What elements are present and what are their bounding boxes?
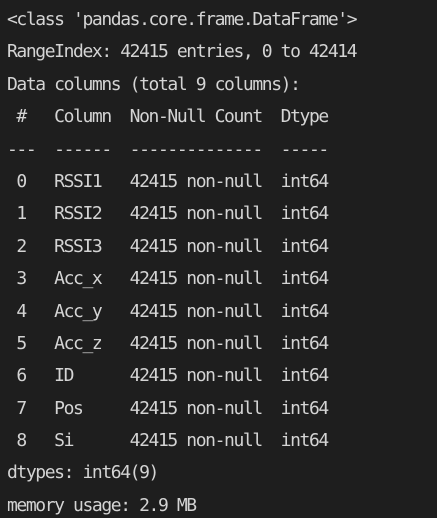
table-row: 4 Acc_y 42415 non-null int64 (7, 300, 329, 322)
table-row: 2 RSSI3 42415 non-null int64 (7, 235, 329, 257)
table-separator: --- ------ -------------- ----- (7, 138, 329, 160)
cell-output: <class 'pandas.core.frame.DataFrame'> Ra… (0, 0, 437, 518)
dtypes-line: dtypes: int64(9) (7, 462, 159, 484)
table-row: 6 ID 42415 non-null int64 (7, 365, 329, 387)
memory-usage-line: memory usage: 2.9 MB (7, 494, 197, 516)
table-row: 3 Acc_x 42415 non-null int64 (7, 268, 329, 290)
table-row: 5 Acc_z 42415 non-null int64 (7, 332, 329, 354)
class-line: <class 'pandas.core.frame.DataFrame'> (7, 9, 358, 30)
table-row: 7 Pos 42415 non-null int64 (7, 397, 329, 419)
table-header: # Column Non-Null Count Dtype (7, 106, 329, 128)
table-row: 8 Si 42415 non-null int64 (7, 430, 329, 452)
table-row: 0 RSSI1 42415 non-null int64 (7, 170, 329, 192)
range-index-line: RangeIndex: 42415 entries, 0 to 42414 (7, 41, 358, 63)
data-columns-line: Data columns (total 9 columns): (7, 73, 301, 95)
table-row: 1 RSSI2 42415 non-null int64 (7, 203, 329, 225)
